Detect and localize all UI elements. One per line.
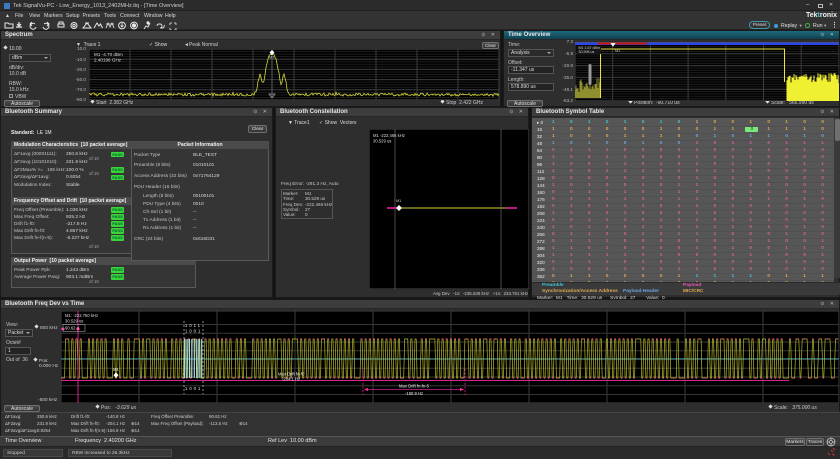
svg-text:M1: M1 [113,367,119,372]
svg-text:M1: M1 [396,199,401,203]
svg-text:30.529 us: 30.529 us [65,319,83,324]
svg-text:M1: -222.750 kHz: M1: -222.750 kHz [65,313,98,318]
svg-text:M1 -4.70 dBm: M1 -4.70 dBm [94,52,123,57]
svg-text:30.598 us: 30.598 us [579,50,595,54]
svg-text:M1: M1 [269,54,275,59]
svg-text:2.40196 GHz: 2.40196 GHz [94,57,122,62]
svg-text:90.62 u: 90.62 u [65,326,80,331]
svg-text:30.529 us: 30.529 us [373,139,391,144]
svg-text:-204.1 Hz: -204.1 Hz [282,377,300,382]
svg-text:1011: 1011 [185,323,202,328]
svg-text:1001: 1001 [185,329,202,334]
svg-text:M1: M1 [615,49,620,53]
svg-text:1001: 1001 [185,386,202,391]
svg-text:M1 -222.466 kHz: M1 -222.466 kHz [373,133,405,138]
svg-text:Max Drift fn-fn-5: Max Drift fn-fn-5 [399,384,430,389]
svg-text:-150.9 Hz: -150.9 Hz [405,391,423,396]
